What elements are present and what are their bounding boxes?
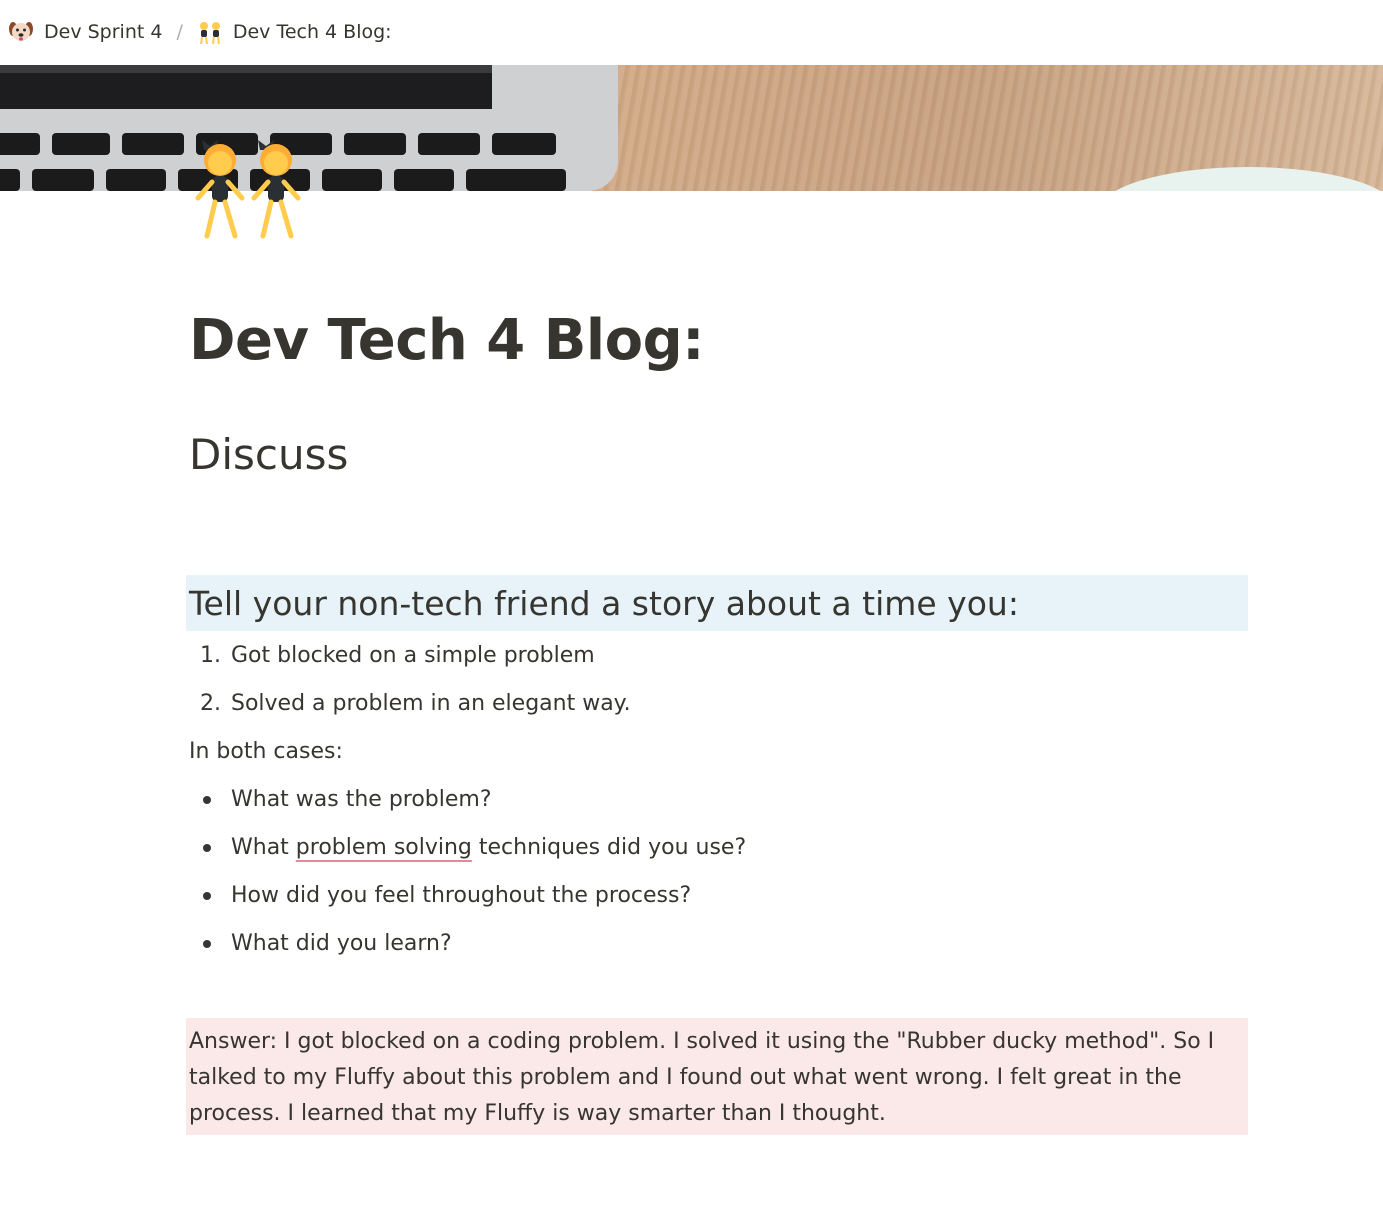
list-number: 1. [200,643,221,668]
list-item-text: What problem solving techniques did you … [231,835,747,860]
breadcrumb-label: Dev Tech 4 Blog: [232,21,392,43]
bullet-dot [189,835,231,860]
list-item-text: Solved a problem in an elegant way. [231,691,631,716]
paragraph-both-cases[interactable]: In both cases: [189,739,343,764]
list-item-text: How did you feel throughout the process? [231,883,692,908]
dog-face-icon [8,19,34,45]
list-item-text: What did you learn? [231,931,452,956]
numbered-list-item[interactable]: 1. Got blocked on a simple problem [189,643,595,668]
bullet-list-item[interactable]: What problem solving techniques did you … [189,835,746,860]
answer-callout[interactable]: Answer: I got blocked on a coding proble… [186,1018,1248,1135]
bullet-list-item[interactable]: What did you learn? [189,931,452,956]
heading-discuss[interactable]: Discuss [189,430,348,479]
cover-laptop [0,65,618,191]
page-icon-dancers-icon[interactable] [190,128,308,246]
breadcrumb-item-dev-sprint-4[interactable]: Dev Sprint 4 [4,17,166,47]
dancers-icon [197,19,223,45]
bullet-dot [189,931,231,956]
breadcrumb-label: Dev Sprint 4 [44,21,163,43]
numbered-list-item[interactable]: 2. Solved a problem in an elegant way. [189,691,631,716]
bullet-list-item[interactable]: What was the problem? [189,787,492,812]
list-item-text: Got blocked on a simple problem [231,643,595,668]
list-item-text: What was the problem? [231,787,492,812]
callout-heading-block[interactable]: Tell your non-tech friend a story about … [186,575,1248,631]
spellcheck-flagged-text[interactable]: problem solving [296,835,472,860]
breadcrumb-separator: / [176,21,183,43]
callout-heading: Tell your non-tech friend a story about … [189,583,1019,623]
breadcrumb: Dev Sprint 4 / Dev Tech 4 Blog: [0,0,1383,64]
list-number: 2. [200,691,221,716]
page-title[interactable]: Dev Tech 4 Blog: [189,308,705,373]
bullet-list-item[interactable]: How did you feel throughout the process? [189,883,691,908]
breadcrumb-item-dev-tech-4-blog[interactable]: Dev Tech 4 Blog: [193,17,396,47]
bullet-dot [189,787,231,812]
bullet-dot [189,883,231,908]
